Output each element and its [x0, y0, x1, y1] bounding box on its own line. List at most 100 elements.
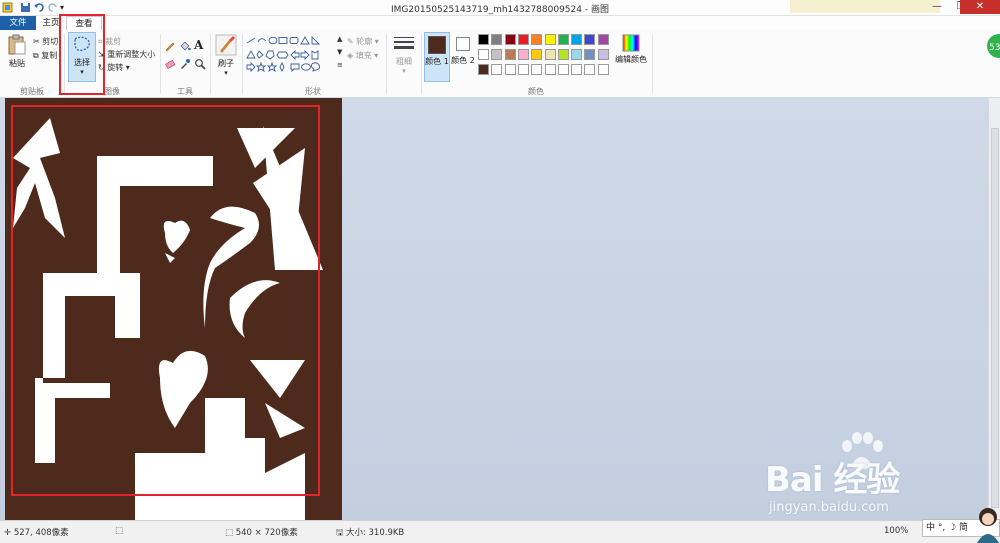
edit-colors-icon — [622, 34, 640, 52]
brushes-button[interactable]: 刷子 ▾ — [213, 34, 239, 77]
shapes-scroll-down-icon[interactable]: ▼ — [337, 48, 342, 56]
palette-swatch[interactable] — [557, 49, 569, 60]
tab-home[interactable]: 主页 — [38, 16, 64, 30]
palette-swatch[interactable] — [531, 34, 543, 45]
tools-group-label: 工具 — [177, 87, 193, 96]
palette-swatch[interactable] — [597, 34, 609, 45]
rotate-button[interactable]: ↻ 旋转 ▾ — [98, 62, 130, 73]
palette-swatch[interactable] — [544, 64, 556, 75]
pencil-icon[interactable] — [164, 40, 176, 52]
size-button[interactable]: 粗细 ▾ — [391, 34, 417, 75]
image-dimensions-value: 540 × 720像素 — [235, 528, 298, 538]
avatar — [977, 508, 999, 543]
crop-button[interactable]: ⌗ 裁剪 — [98, 36, 121, 47]
shapes-group-label: 形状 — [305, 87, 321, 96]
eraser-icon[interactable] — [164, 58, 176, 70]
watermark-brand: Bai 经验 — [765, 460, 900, 500]
palette-swatch[interactable] — [491, 34, 503, 45]
fill-label: 填充 — [355, 51, 372, 60]
color2-label: 颜色 2 — [451, 56, 475, 65]
cursor-position-value: 527, 408像素 — [13, 528, 69, 538]
size-dropdown-icon[interactable]: ▾ — [391, 67, 417, 75]
selection-size-icon: ⬚ — [115, 526, 124, 536]
paste-button[interactable]: 粘贴 — [4, 34, 30, 69]
edit-colors-button[interactable]: 编辑颜色 — [613, 34, 649, 65]
fill-bucket-icon[interactable] — [179, 40, 191, 52]
green-badge-icon: 53 — [987, 34, 1000, 58]
image-group-label: 图像 — [104, 87, 120, 96]
palette-swatch[interactable] — [517, 34, 529, 45]
palette-swatch[interactable] — [478, 64, 489, 75]
separator — [386, 34, 387, 94]
separator — [210, 34, 211, 94]
minimize-button[interactable]: — — [925, 0, 949, 14]
separator — [160, 34, 161, 94]
fill-button[interactable]: ◈ 填充 ▾ — [347, 50, 378, 61]
palette-swatch[interactable] — [584, 49, 596, 60]
select-dropdown-icon[interactable]: ▾ — [69, 68, 95, 76]
title-bar: ▾ IMG20150525143719_mh1432788009524 - 画图… — [0, 0, 1000, 16]
image-canvas[interactable] — [5, 98, 342, 520]
rotate-label: 旋转 — [107, 63, 124, 72]
color1-swatch — [428, 36, 446, 54]
palette-swatch[interactable] — [571, 49, 583, 60]
palette-swatch[interactable] — [531, 49, 543, 60]
magnifier-icon[interactable] — [194, 58, 206, 70]
copy-label: 复制 — [41, 51, 58, 60]
outline-label: 轮廓 — [356, 37, 373, 46]
shapes-gallery[interactable] — [246, 36, 336, 76]
select-button[interactable]: 选择 ▾ — [68, 32, 96, 82]
title-overlay — [790, 0, 940, 13]
palette-swatch[interactable] — [517, 64, 529, 75]
color-picker-icon[interactable] — [179, 58, 191, 70]
palette-swatch[interactable] — [517, 49, 529, 60]
palette-swatch[interactable] — [544, 49, 556, 60]
resize-button[interactable]: ⇲ 重新调整大小 — [98, 49, 155, 60]
palette-swatch[interactable] — [478, 49, 489, 60]
shapes-scroll-up-icon[interactable]: ▲ — [337, 35, 342, 43]
brush-icon — [215, 34, 237, 56]
file-size: 🖫 大小: 310.9KB — [336, 528, 405, 538]
palette-swatch[interactable] — [584, 34, 596, 45]
brushes-dropdown-icon[interactable]: ▾ — [213, 69, 239, 77]
palette-swatch[interactable] — [544, 34, 556, 45]
palette-swatch[interactable] — [571, 64, 583, 75]
paste-icon — [8, 34, 26, 55]
resize-label: 重新调整大小 — [107, 50, 156, 59]
separator — [242, 34, 243, 94]
palette-swatch[interactable] — [531, 64, 543, 75]
brushes-label: 刷子 — [218, 59, 234, 68]
palette-swatch[interactable] — [504, 34, 516, 45]
watermark-url: jingyan.baidu.com — [769, 500, 889, 515]
palette-swatch[interactable] — [478, 34, 489, 45]
palette-swatch[interactable] — [597, 49, 609, 60]
palette-swatch[interactable] — [571, 34, 583, 45]
cut-button[interactable]: ✂ 剪切 — [33, 36, 58, 47]
cursor-position: ✛ 527, 408像素 — [4, 528, 69, 538]
palette-swatch[interactable] — [504, 49, 516, 60]
palette-swatch[interactable] — [491, 64, 503, 75]
text-tool-icon[interactable]: A — [194, 38, 203, 52]
line-size-icon — [394, 37, 414, 49]
zoom-level: 100% — [884, 526, 909, 536]
palette-swatch[interactable] — [504, 64, 516, 75]
palette-swatch[interactable] — [557, 64, 569, 75]
image-dimensions: ⬚ 540 × 720像素 — [225, 528, 298, 538]
shapes-more-icon[interactable]: ≡ — [337, 61, 343, 69]
tab-view[interactable]: 查看 — [66, 16, 102, 30]
color1-label: 颜色 1 — [425, 57, 449, 66]
tab-file[interactable]: 文件 — [0, 16, 36, 30]
separator — [421, 34, 422, 94]
color1-button[interactable]: 颜色 1 — [424, 32, 450, 82]
palette-swatch[interactable] — [557, 34, 569, 45]
palette-swatch[interactable] — [491, 49, 503, 60]
palette-swatch[interactable] — [597, 64, 609, 75]
copy-button[interactable]: ⧉ 复制 — [33, 50, 57, 61]
color2-swatch — [456, 37, 470, 51]
palette-swatch[interactable] — [584, 64, 596, 75]
clipboard-group-label: 剪贴板 — [20, 87, 44, 96]
close-button[interactable]: ✕ — [960, 0, 1000, 14]
outline-button[interactable]: ✎ 轮廓 ▾ — [347, 36, 379, 47]
colors-group-label: 颜色 — [528, 87, 544, 96]
color2-button[interactable]: 颜色 2 — [451, 32, 475, 66]
